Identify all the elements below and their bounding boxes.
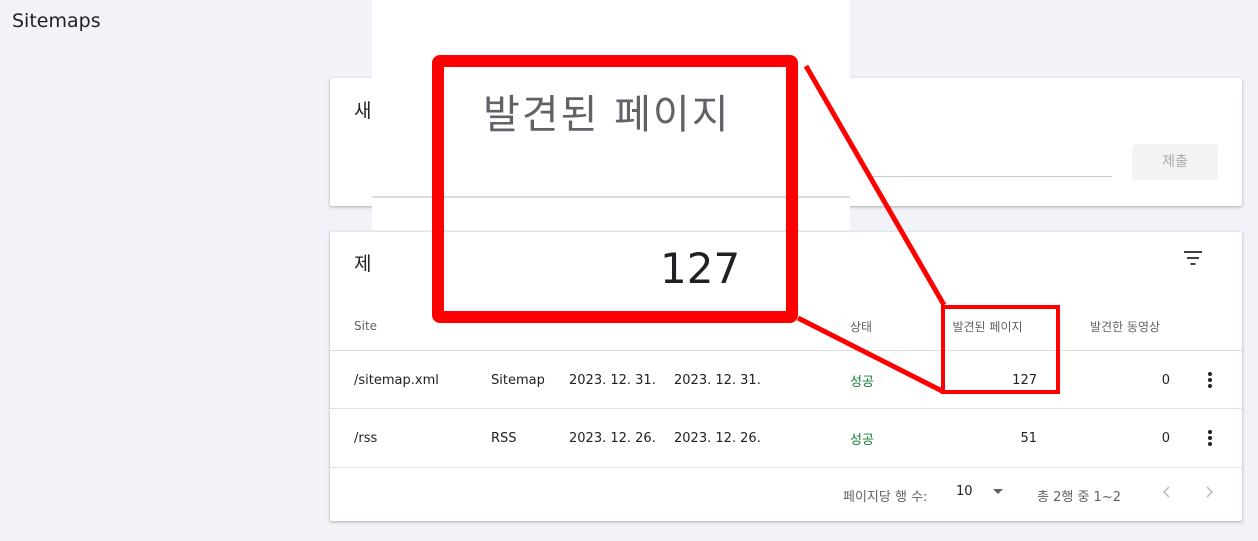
connector-lines — [796, 64, 947, 395]
